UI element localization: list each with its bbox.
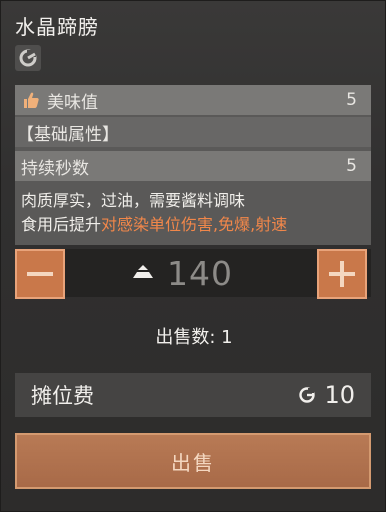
stall-fee-bar: 摊位费 10 xyxy=(15,373,371,417)
description-line-2: 食用后提升对感染单位伤害,免爆,射速 xyxy=(21,215,288,234)
duration-value: 5 xyxy=(346,156,357,176)
taste-row: 美味值 5 xyxy=(15,85,371,115)
item-sell-panel: 水晶蹄膀 美味值 5 【基础属性】 持续秒数 5 肉质厚实，过油，需要酱料调味 … xyxy=(0,0,386,512)
thumbs-up-icon xyxy=(24,92,39,108)
section-header: 【基础属性】 xyxy=(15,117,371,147)
decrease-quantity-button[interactable] xyxy=(15,249,65,299)
plus-icon xyxy=(329,261,355,287)
quantity-value: 140 xyxy=(167,253,233,293)
item-title: 水晶蹄膀 xyxy=(15,15,99,39)
section-header-label: 【基础属性】 xyxy=(17,124,119,145)
increase-quantity-button[interactable] xyxy=(317,249,367,299)
buff-fire-rate: 射速 xyxy=(255,215,288,234)
sell-count-label: 出售数: 1 xyxy=(155,327,233,348)
taste-label: 美味值 xyxy=(47,92,98,113)
duration-row: 持续秒数 5 xyxy=(15,151,371,181)
duration-label: 持续秒数 xyxy=(21,158,89,179)
quantity-display: 140 xyxy=(131,253,261,293)
stack-icon xyxy=(133,265,153,278)
stall-fee-amount: 10 xyxy=(298,381,355,409)
item-info-box: 美味值 5 【基础属性】 持续秒数 5 肉质厚实，过油，需要酱料调味 食用后提升… xyxy=(15,85,371,245)
sell-button[interactable]: 出售 xyxy=(15,433,371,489)
food-category-icon xyxy=(19,49,37,67)
coin-icon xyxy=(299,387,316,403)
buff-explosion-immunity: 免爆 xyxy=(218,215,251,234)
stall-fee-value: 10 xyxy=(324,381,355,409)
buff-damage-vs-infected: 对感染单位伤害 xyxy=(101,215,214,234)
item-description: 肉质厚实，过油，需要酱料调味 食用后提升对感染单位伤害,免爆,射速 xyxy=(21,189,367,237)
taste-value: 5 xyxy=(346,90,357,110)
minus-icon xyxy=(27,272,53,276)
item-type-badge xyxy=(15,45,41,71)
stall-fee-label: 摊位费 xyxy=(31,384,94,408)
description-line-1: 肉质厚实，过油，需要酱料调味 xyxy=(21,191,246,210)
